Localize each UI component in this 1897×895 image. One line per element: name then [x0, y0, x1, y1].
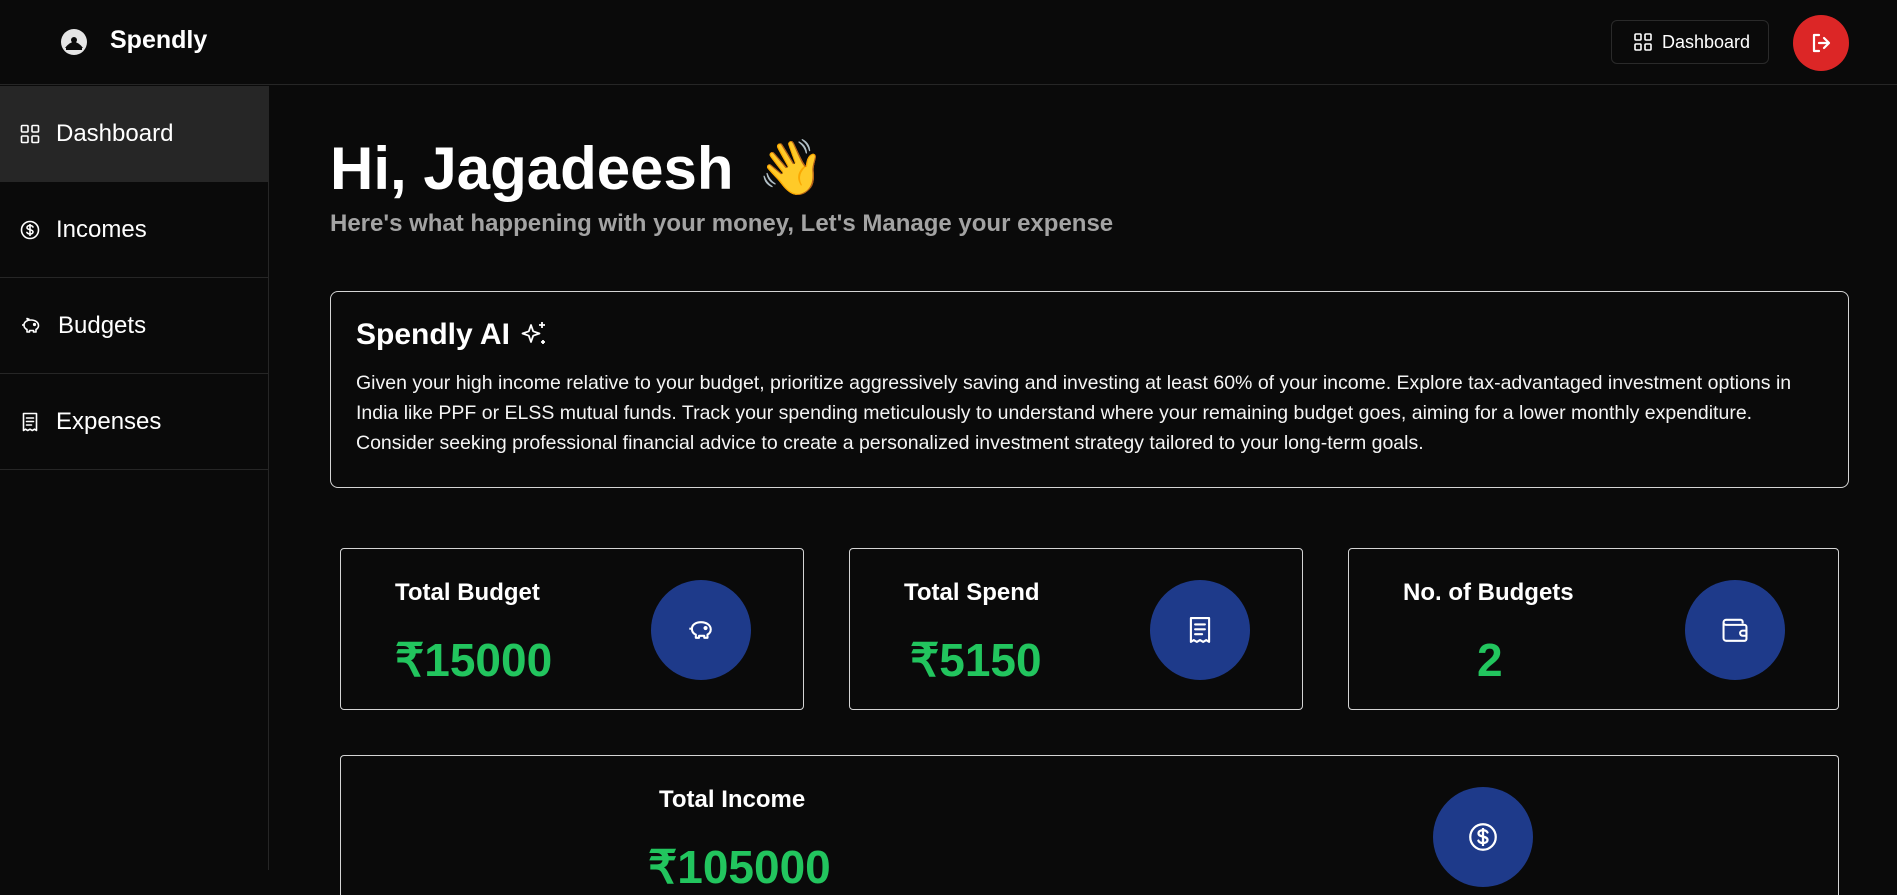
- ai-card-title: Spendly AI: [356, 318, 1823, 352]
- sparkles-icon: [521, 322, 545, 344]
- stat-label: Total Spend: [904, 579, 1040, 606]
- dollar-circle-icon: [20, 220, 40, 239]
- greeting-text: Hi, Jagadeesh: [330, 135, 734, 202]
- sidebar-item-label: Incomes: [56, 215, 147, 243]
- ai-title-text: Spendly AI: [356, 318, 510, 351]
- stat-value: ₹105000: [648, 841, 831, 893]
- stat-label: Total Budget: [395, 579, 540, 606]
- sidebar-item-budgets[interactable]: Budgets: [0, 278, 268, 374]
- stat-icon-circle: [651, 580, 751, 680]
- budget-count-card: No. of Budgets 2: [1348, 548, 1839, 710]
- top-bar: Spendly Dashboard: [0, 0, 1897, 85]
- ai-advice-card: Spendly AI Given your high income relati…: [330, 291, 1849, 488]
- waving-hand-icon: 👋: [757, 138, 825, 198]
- dashboard-button-label: Dashboard: [1662, 31, 1751, 52]
- grid-icon: [20, 124, 40, 143]
- brand-name[interactable]: Spendly: [110, 26, 207, 55]
- stat-label: Total Income: [659, 786, 806, 813]
- logout-icon: [1812, 33, 1831, 53]
- sidebar-item-label: Expenses: [56, 407, 162, 435]
- wallet-icon: [1722, 618, 1748, 642]
- sidebar-item-label: Budgets: [58, 311, 147, 339]
- page-subtitle: Here's what happening with your money, L…: [330, 210, 1114, 237]
- sidebar: Dashboard Incomes Budgets Expenses: [0, 86, 269, 870]
- dollar-circle-icon: [1469, 823, 1497, 851]
- receipt-icon: [1189, 617, 1211, 643]
- total-budget-card: Total Budget ₹15000: [340, 548, 804, 710]
- logout-button[interactable]: [1793, 15, 1849, 71]
- sidebar-item-incomes[interactable]: Incomes: [0, 182, 268, 278]
- piggy-bank-icon: [689, 621, 712, 639]
- logo-icon: [61, 29, 87, 55]
- stat-value: ₹15000: [395, 634, 553, 686]
- total-income-card: Total Income ₹105000: [340, 755, 1839, 895]
- sidebar-item-label: Dashboard: [56, 119, 174, 147]
- stat-icon-circle: [1150, 580, 1250, 680]
- stat-value: 2: [1477, 634, 1503, 686]
- stat-value: ₹5150: [910, 634, 1042, 686]
- sidebar-item-expenses[interactable]: Expenses: [0, 374, 268, 470]
- stat-icon-circle: [1433, 787, 1533, 887]
- total-spend-card: Total Spend ₹5150: [849, 548, 1303, 710]
- sidebar-item-dashboard[interactable]: Dashboard: [0, 86, 268, 182]
- greeting-heading: Hi, Jagadeesh 👋: [330, 134, 825, 203]
- grid-icon: [1634, 33, 1652, 51]
- ai-advice-text: Given your high income relative to your …: [356, 372, 1792, 454]
- stat-icon-circle: [1685, 580, 1785, 680]
- dashboard-button[interactable]: Dashboard: [1611, 20, 1769, 64]
- stat-label: No. of Budgets: [1403, 579, 1574, 606]
- receipt-icon: [22, 412, 38, 431]
- piggy-bank-icon: [22, 317, 40, 333]
